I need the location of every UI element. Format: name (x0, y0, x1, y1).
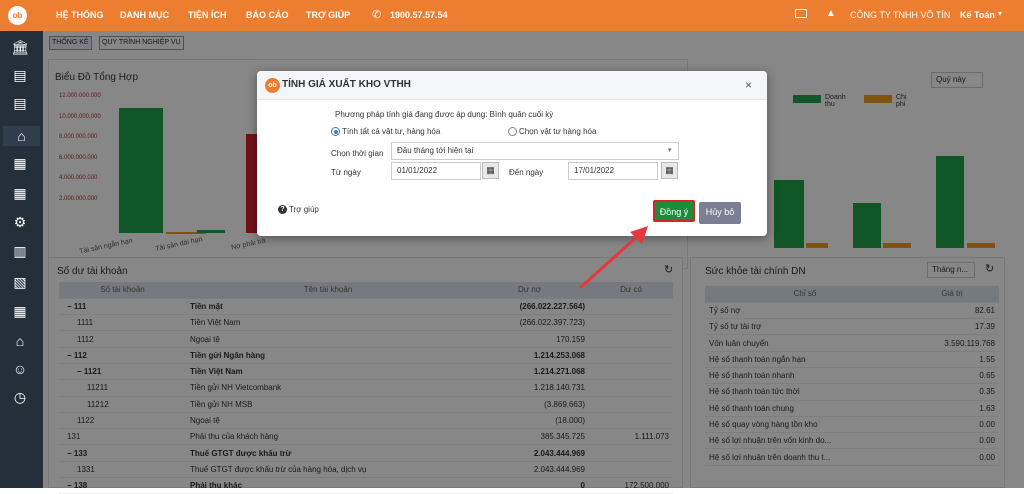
callout-arrow (578, 226, 648, 290)
settings-icon[interactable]: ⚙ (11, 214, 29, 230)
chevron-down-icon[interactable]: ▾ (998, 9, 1002, 18)
dialog-title: TÍNH GIÁ XUẤT KHO VTHH (282, 79, 411, 90)
time-select[interactable]: Đầu tháng tới hiện tại (391, 142, 679, 160)
cart-in-icon[interactable]: ▤ (11, 67, 29, 83)
radio-all[interactable] (331, 127, 340, 136)
radio-select-label[interactable]: Chọn vật tư hàng hóa (519, 127, 596, 136)
report-icon[interactable]: ▥ (11, 243, 29, 259)
users-icon[interactable]: ☺ (11, 361, 29, 377)
sidebar: 🏛 ▤ ▤ ⌂ ▦ ▦ ⚙ ▥ ▧ ▦ ⌂ ☺ ◷ (0, 31, 43, 488)
app-logo[interactable]: ob (8, 6, 27, 25)
radio-all-label[interactable]: Tính tất cả vật tư, hàng hóa (342, 127, 440, 136)
phone-icon: ✆ (372, 9, 382, 21)
from-date-input[interactable]: 01/01/2022 (391, 162, 481, 180)
radio-select[interactable] (508, 127, 517, 136)
ledger-icon[interactable]: ▦ (11, 303, 29, 319)
top-bar: ob HỆ THỐNG DANH MỤC TIỆN ÍCH BÁO CÁO TR… (0, 0, 1024, 31)
invoice-icon[interactable]: ▦ (11, 155, 29, 171)
to-date-input[interactable]: 17/01/2022 (568, 162, 658, 180)
document-icon[interactable]: ▦ (11, 185, 29, 201)
close-icon[interactable]: × (745, 78, 752, 92)
help-link[interactable]: Trợ giúp (289, 205, 319, 214)
calendar-icon[interactable]: ▦ (661, 162, 678, 179)
time-label: Chọn thời gian (331, 149, 384, 158)
finance-icon[interactable]: ⌂ (11, 333, 29, 349)
company-name[interactable]: CÔNG TY TNHH VÕ TÍN (850, 10, 950, 20)
menu-he-thong[interactable]: HỆ THỐNG (56, 10, 104, 20)
history-icon[interactable]: ◷ (11, 389, 29, 405)
bell-icon[interactable]: ▲ (826, 8, 836, 19)
stock-price-dialog: ob TÍNH GIÁ XUẤT KHO VTHH × Phương pháp … (257, 71, 767, 236)
calendar-icon[interactable]: ▦ (482, 162, 499, 179)
to-label: Đến ngày (509, 168, 544, 177)
help-icon[interactable]: ? (278, 205, 287, 214)
dialog-logo: ob (265, 78, 280, 93)
menu-tien-ich[interactable]: TIỆN ÍCH (188, 10, 227, 20)
hotline: 1900.57.57.54 (390, 10, 448, 20)
keyboard-icon[interactable] (795, 9, 807, 18)
dialog-header: ob TÍNH GIÁ XUẤT KHO VTHH × (257, 71, 767, 100)
menu-danh-muc[interactable]: DANH MỤC (120, 10, 169, 20)
bank-icon[interactable]: 🏛 (11, 39, 29, 55)
menu-bao-cao[interactable]: BÁO CÁO (246, 10, 289, 20)
user-menu[interactable]: Kế Toán (960, 10, 995, 20)
method-text: Phương pháp tính giá đang được áp dụng: … (335, 110, 554, 119)
from-label: Từ ngày (331, 168, 361, 177)
tax-icon[interactable]: ▧ (11, 274, 29, 290)
chevron-down-icon[interactable]: ▾ (668, 146, 672, 154)
warehouse-icon[interactable]: ⌂ (3, 126, 40, 146)
menu-tro-giup[interactable]: TRỢ GIÚP (306, 10, 350, 20)
cart-out-icon[interactable]: ▤ (11, 95, 29, 111)
cancel-button[interactable]: Hủy bỏ (699, 202, 741, 224)
